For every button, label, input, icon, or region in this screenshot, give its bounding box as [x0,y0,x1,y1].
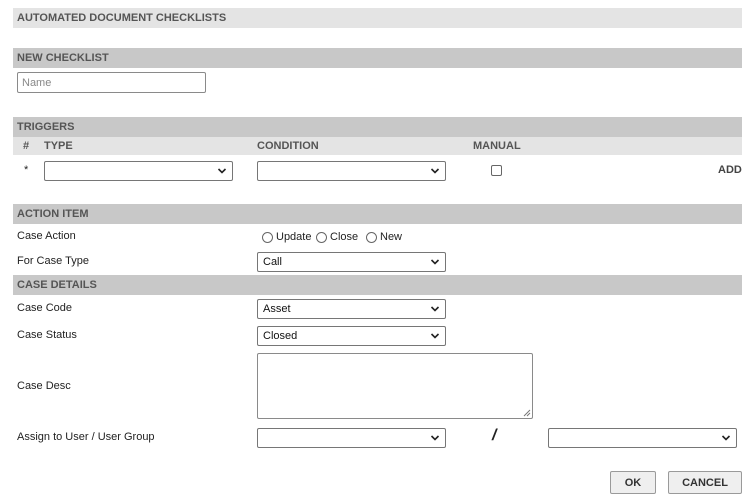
case-type-select[interactable]: Call [257,252,446,272]
chevron-down-icon [430,168,440,174]
chevron-down-icon [430,259,440,265]
case-action-label: Case Action [17,230,76,242]
assign-separator: / [492,427,497,444]
radio-close-circle[interactable] [316,231,327,243]
trigger-manual-checkbox[interactable] [491,165,502,176]
case-status-select[interactable]: Closed [257,326,446,346]
resize-grip-icon[interactable] [522,408,531,417]
chevron-down-icon [721,435,731,441]
assign-group-select[interactable] [548,428,737,448]
trigger-type-select[interactable] [44,161,233,181]
case-code-label: Case Code [17,302,73,314]
case-type-label: For Case Type [17,255,89,267]
ok-button[interactable]: OK [610,471,656,494]
column-condition: CONDITION [257,140,319,152]
assign-user-select[interactable] [257,428,446,448]
triggers-header: TRIGGERS [13,117,742,137]
add-trigger-link[interactable]: ADD [718,164,742,176]
triggers-column-header: # TYPE CONDITION MANUAL [13,137,742,155]
new-checklist-header: NEW CHECKLIST [13,48,742,68]
cancel-button[interactable]: CANCEL [668,471,742,494]
radio-new-label: New [380,231,403,243]
radio-update-label: Update [276,231,312,243]
column-type: TYPE [44,140,73,152]
case-code-select[interactable]: Asset [257,299,446,319]
checklist-name-input[interactable] [17,72,206,93]
radio-update[interactable]: Update [262,231,311,243]
chevron-down-icon [217,168,227,174]
page-title: AUTOMATED DOCUMENT CHECKLISTS [13,8,742,28]
case-desc-label: Case Desc [17,380,71,392]
chevron-down-icon [430,435,440,441]
case-status-label: Case Status [17,329,77,341]
case-status-value: Closed [263,330,298,342]
radio-close[interactable]: Close [316,231,358,243]
column-manual: MANUAL [473,140,521,152]
case-code-value: Asset [263,303,291,315]
radio-update-circle[interactable] [262,231,273,243]
radio-new-circle[interactable] [366,231,377,243]
chevron-down-icon [430,333,440,339]
radio-new[interactable]: New [366,231,402,243]
trigger-condition-select[interactable] [257,161,446,181]
radio-close-label: Close [330,231,359,243]
chevron-down-icon [430,306,440,312]
trigger-row-marker: * [24,164,29,176]
case-type-value: Call [263,256,282,268]
assign-label: Assign to User / User Group [17,431,155,443]
action-item-header: ACTION ITEM [13,204,742,224]
case-desc-textarea[interactable] [257,353,533,419]
column-num: # [23,140,30,152]
case-details-header: CASE DETAILS [13,275,742,295]
